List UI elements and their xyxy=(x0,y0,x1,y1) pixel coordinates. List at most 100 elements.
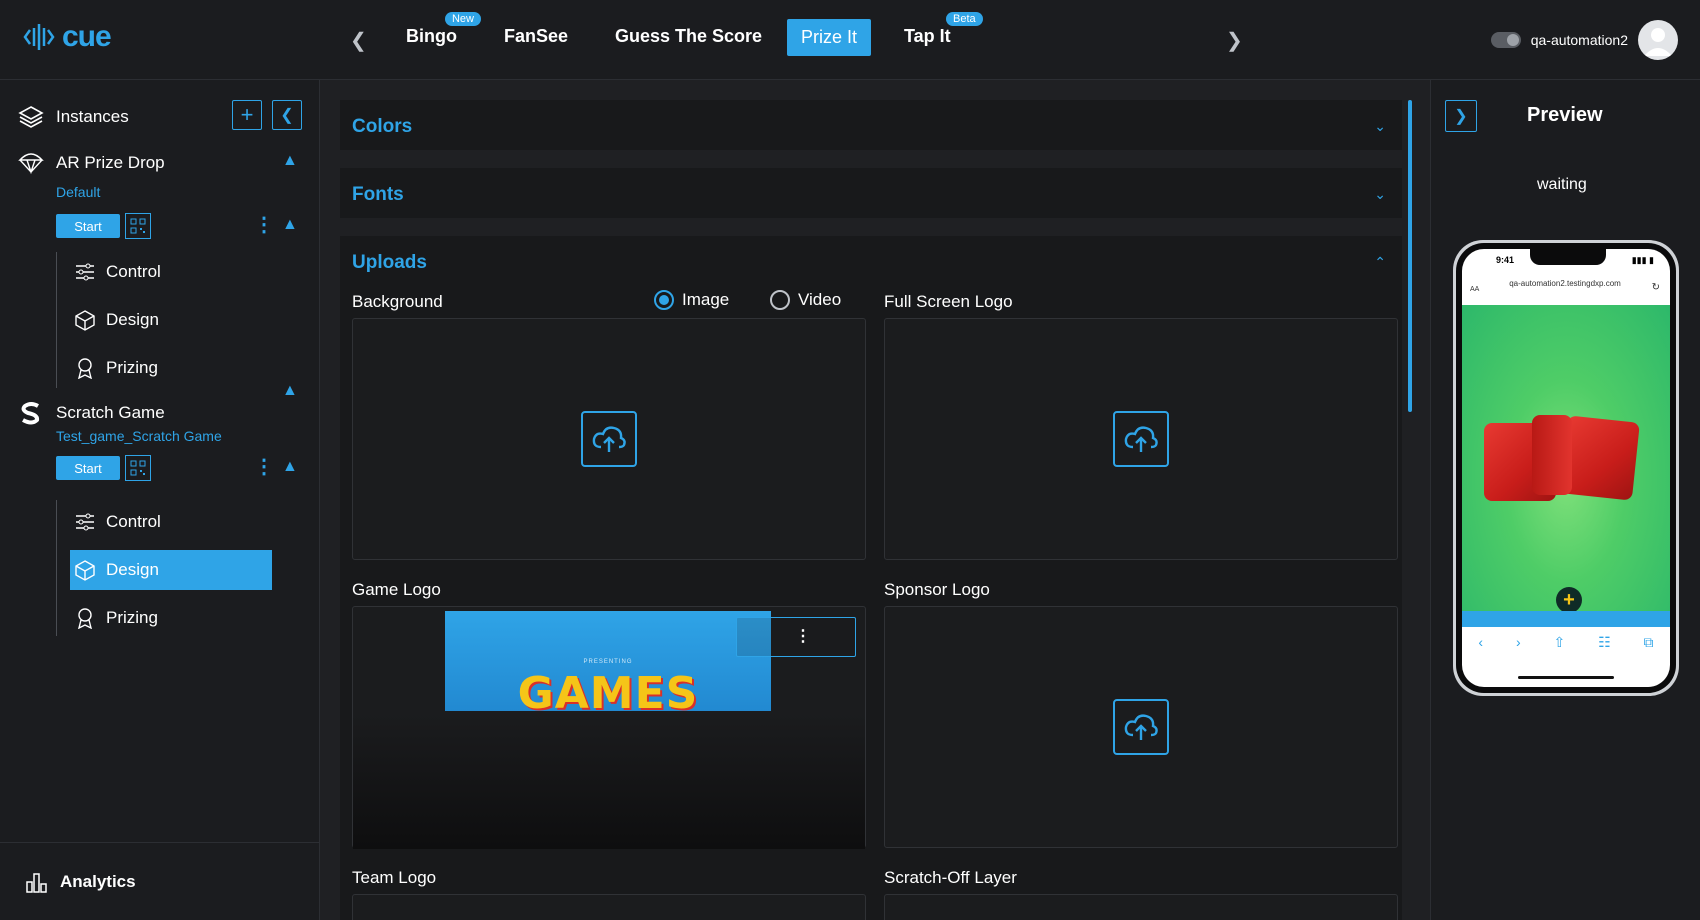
qr-code-button[interactable] xyxy=(125,455,151,481)
item-label: Design xyxy=(106,310,159,329)
section-title: Colors xyxy=(352,116,413,137)
sidebar-item-analytics[interactable]: Analytics xyxy=(0,842,319,920)
team-logo-upload[interactable] xyxy=(352,894,866,920)
scrollbar[interactable] xyxy=(1408,100,1412,412)
forward-icon: › xyxy=(1515,634,1521,650)
phone-url-bar: AA qa-automation2.testingdxp.com ↻ xyxy=(1466,277,1664,303)
scratch-off-label: Scratch-Off Layer xyxy=(884,868,1017,887)
upload-button[interactable] xyxy=(1113,699,1169,755)
new-badge: New xyxy=(444,12,481,26)
sliders-icon xyxy=(76,263,94,281)
game-name: AR Prize Drop xyxy=(56,153,165,172)
avatar[interactable] xyxy=(1638,20,1678,60)
sidebar-item-control[interactable]: Control xyxy=(70,502,272,542)
start-button[interactable]: Start xyxy=(56,456,120,480)
game-preview: + xyxy=(1462,305,1670,627)
chevron-down-icon[interactable]: ⌄ xyxy=(1374,118,1386,135)
collapse-preview-button[interactable]: ❯ xyxy=(1445,100,1477,132)
tree-line xyxy=(56,500,57,636)
logo-mark-icon xyxy=(23,24,55,50)
tab-guess-the-score[interactable]: Guess The Score xyxy=(615,26,762,47)
game-scratch-game[interactable]: Scratch Game xyxy=(18,400,165,426)
layers-icon xyxy=(18,106,44,128)
cue-logo[interactable]: cue xyxy=(22,20,112,54)
logo-options-menu[interactable]: ⋮ xyxy=(736,617,856,657)
chevron-up-icon[interactable]: ▲ xyxy=(282,382,298,400)
sidebar-item-design[interactable]: Design xyxy=(70,300,272,340)
instance-name[interactable]: Default xyxy=(56,184,100,200)
phone-bezel: 9:41 ▮▮▮ ▮ AA qa-automation2.testingdxp.… xyxy=(1456,243,1676,693)
chevron-right-icon: ❯ xyxy=(1454,108,1468,125)
chevron-down-icon[interactable]: ⌄ xyxy=(1374,186,1386,203)
user-icon xyxy=(1644,28,1672,56)
analytics-label: Analytics xyxy=(60,871,136,891)
background-label: Background xyxy=(352,292,443,311)
prize-box xyxy=(1560,415,1640,501)
sidebar-item-prizing[interactable]: Prizing xyxy=(70,598,272,638)
chevron-up-icon[interactable]: ▲ xyxy=(282,216,298,234)
bar-chart-icon xyxy=(26,872,47,893)
phone-mockup: 9:41 ▮▮▮ ▮ AA qa-automation2.testingdxp.… xyxy=(1453,240,1679,696)
phone-screen: 9:41 ▮▮▮ ▮ AA qa-automation2.testingdxp.… xyxy=(1462,249,1670,687)
back-icon: ‹ xyxy=(1478,634,1484,650)
app-root: cue ❮ Bingo New FanSee Guess The Score P… xyxy=(0,0,1700,920)
tab-bingo[interactable]: Bingo New xyxy=(406,12,481,47)
cube-icon xyxy=(75,560,95,581)
sponsor-logo-upload[interactable] xyxy=(884,606,1398,848)
fonts-section[interactable]: Fonts ⌄ xyxy=(340,168,1402,218)
tab-prize-it[interactable]: Prize It xyxy=(787,19,872,56)
full-screen-logo-label: Full Screen Logo xyxy=(884,292,1013,311)
tab-label: Bingo xyxy=(406,26,457,46)
chevron-up-icon[interactable]: ▲ xyxy=(282,458,298,476)
scratch-s-icon xyxy=(21,402,40,425)
section-title: Uploads xyxy=(352,252,427,273)
add-instance-button[interactable]: + xyxy=(232,100,262,130)
full-screen-logo-upload[interactable] xyxy=(884,318,1398,560)
logo-text: cue xyxy=(62,20,112,53)
sidebar-item-control[interactable]: Control xyxy=(70,252,272,292)
chevron-up-icon[interactable]: ⌃ xyxy=(1374,254,1386,271)
collapse-sidebar-button[interactable]: ❮ xyxy=(272,100,302,130)
sidebar-item-design-active[interactable]: Design xyxy=(70,550,272,590)
radio-unselected-icon xyxy=(770,290,790,310)
safari-toolbar: ‹ › ⇧ ☷ ⧉ xyxy=(1462,627,1670,657)
uploads-section: Uploads ⌃ Background Image Video Full Sc… xyxy=(340,236,1402,920)
signal-battery-icon: ▮▮▮ ▮ xyxy=(1631,255,1654,265)
upload-button[interactable] xyxy=(581,411,637,467)
image-radio[interactable]: Image xyxy=(654,290,729,310)
preview-title: Preview xyxy=(1527,104,1603,126)
item-label: Design xyxy=(106,560,159,579)
more-options-icon[interactable]: ⋮ xyxy=(795,626,811,646)
instance-name[interactable]: Test_game_Scratch Game xyxy=(56,428,222,444)
parachute-icon xyxy=(18,153,44,175)
theme-toggle[interactable] xyxy=(1490,32,1521,48)
qr-icon xyxy=(130,218,146,234)
game-name: Scratch Game xyxy=(56,403,165,422)
cube-icon xyxy=(75,310,95,331)
qr-code-button[interactable] xyxy=(125,213,151,239)
more-options-icon[interactable]: ⋮ xyxy=(254,212,274,237)
item-label: Control xyxy=(106,262,161,281)
game-logo-upload[interactable]: PRESENTING GAMES ⋮ xyxy=(352,606,866,849)
tabs-next-icon[interactable]: ❯ xyxy=(1226,28,1243,53)
tab-fansee[interactable]: FanSee xyxy=(504,26,568,47)
section-title: Fonts xyxy=(352,184,404,205)
more-options-icon[interactable]: ⋮ xyxy=(254,454,274,479)
scratch-off-upload[interactable] xyxy=(884,894,1398,920)
start-button[interactable]: Start xyxy=(56,214,120,238)
tabs-prev-icon[interactable]: ❮ xyxy=(350,28,367,53)
sidebar-item-prizing[interactable]: Prizing xyxy=(70,348,272,388)
video-radio[interactable]: Video xyxy=(770,290,841,310)
tab-tap-it[interactable]: Tap It Beta xyxy=(904,12,983,47)
game-ar-prize-drop[interactable]: AR Prize Drop xyxy=(18,150,165,176)
preview-status: waiting xyxy=(1537,176,1587,193)
chevron-up-icon[interactable]: ▲ xyxy=(282,152,298,170)
game-logo-image: PRESENTING GAMES xyxy=(445,611,771,711)
phone-url: qa-automation2.testingdxp.com xyxy=(1509,279,1621,288)
colors-section[interactable]: Colors ⌄ xyxy=(340,100,1402,150)
tab-label: Tap It xyxy=(904,26,951,46)
upload-button[interactable] xyxy=(1113,411,1169,467)
text-size-icon: AA xyxy=(1470,286,1480,293)
background-upload[interactable] xyxy=(352,318,866,560)
item-label: Control xyxy=(106,512,161,531)
